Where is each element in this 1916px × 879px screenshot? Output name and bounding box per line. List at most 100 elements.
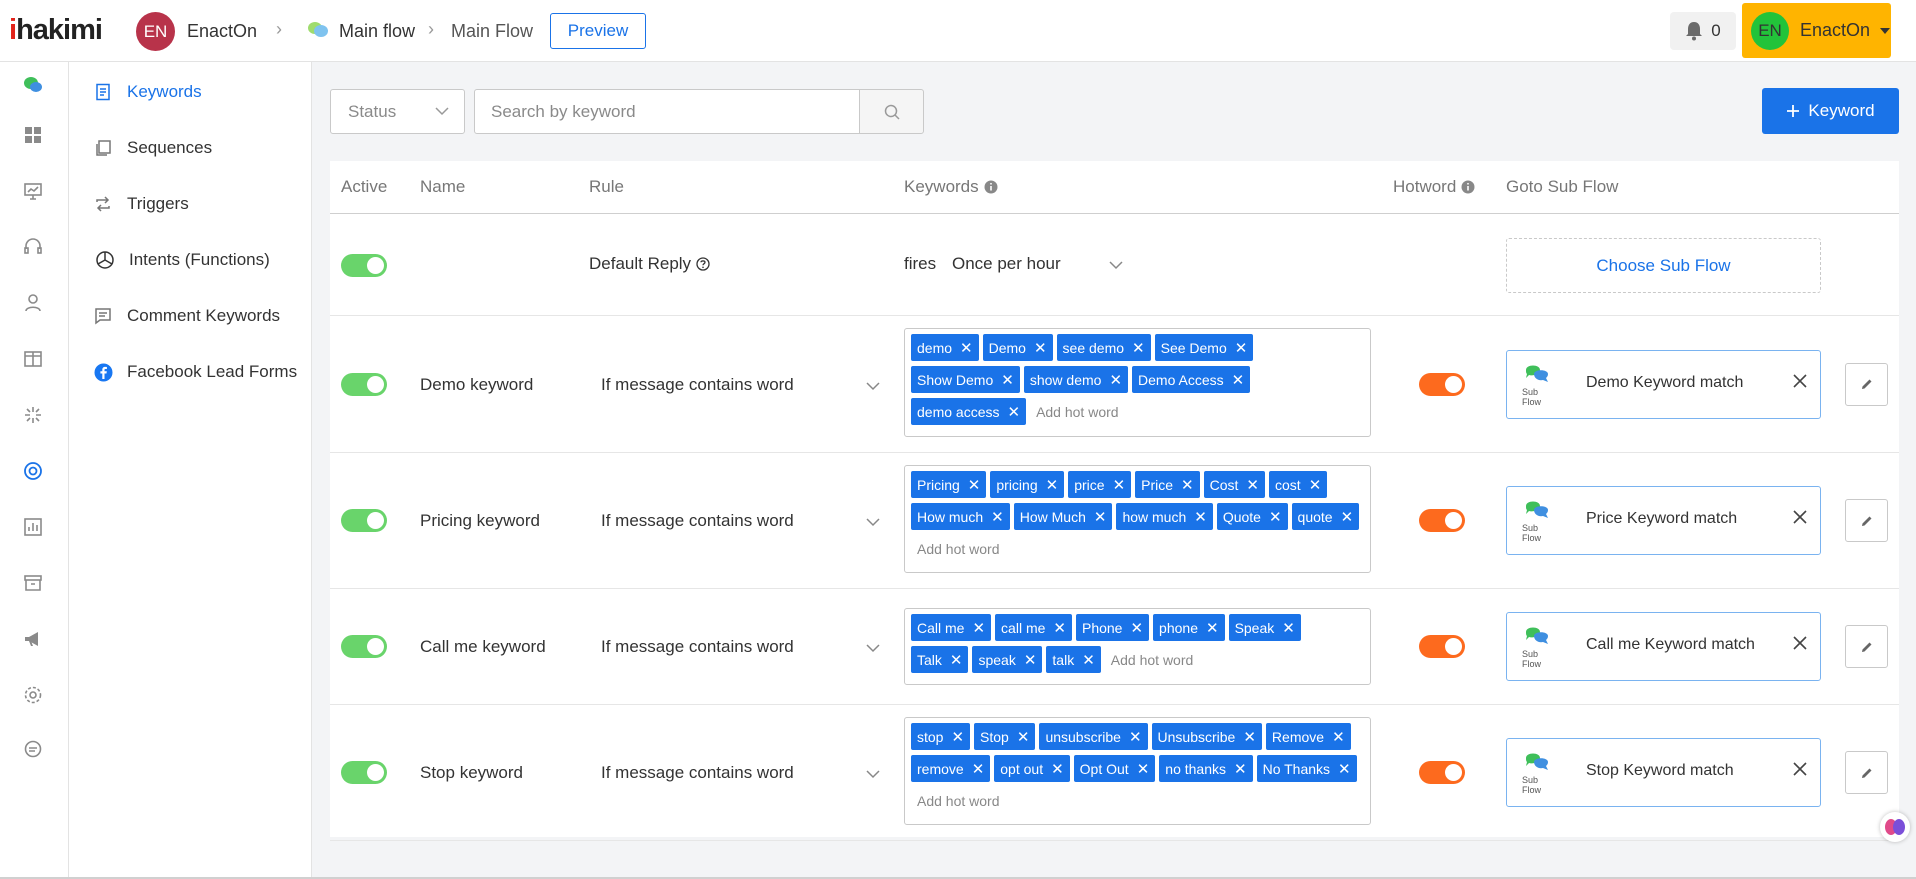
lifebuoy-icon[interactable] xyxy=(22,460,44,482)
edit-subflow-button[interactable] xyxy=(1845,362,1888,406)
remove-tag-icon[interactable]: ✕ xyxy=(951,728,964,746)
presentation-icon[interactable] xyxy=(22,180,44,202)
help-icon[interactable] xyxy=(696,257,710,271)
app-logo[interactable]: ihakimi xyxy=(9,14,103,47)
remove-tag-icon[interactable]: ✕ xyxy=(1234,760,1247,778)
remove-tag-icon[interactable]: ✕ xyxy=(1269,508,1282,526)
remove-tag-icon[interactable]: ✕ xyxy=(1132,339,1145,357)
hotword-toggle[interactable] xyxy=(1419,509,1465,532)
remove-tag-icon[interactable]: ✕ xyxy=(1094,508,1107,526)
info-icon[interactable] xyxy=(984,180,998,194)
remove-tag-icon[interactable]: ✕ xyxy=(1109,371,1122,389)
active-toggle[interactable] xyxy=(341,635,387,658)
search-input[interactable] xyxy=(474,89,860,134)
remove-tag-icon[interactable]: ✕ xyxy=(1282,619,1295,637)
remove-tag-icon[interactable]: ✕ xyxy=(1129,728,1142,746)
hot-words-field[interactable]: stop ✕ Stop ✕ unsubscribe ✕ Unsubscribe ✕ Remove… xyxy=(904,717,1371,825)
sidebar-item-comment-keywords[interactable]: Comment Keywords xyxy=(93,301,280,331)
settings-icon[interactable] xyxy=(22,684,44,706)
assistant-brain-button[interactable] xyxy=(1880,812,1910,842)
hotword-toggle[interactable] xyxy=(1419,761,1465,784)
add-keyword-button[interactable]: Keyword xyxy=(1762,88,1899,134)
workspace-name[interactable]: EnactOn xyxy=(187,21,257,42)
sparkle-icon[interactable] xyxy=(22,404,44,426)
close-icon[interactable] xyxy=(1792,635,1808,651)
rule-select[interactable]: If message contains word xyxy=(589,758,889,788)
headset-icon[interactable] xyxy=(22,236,44,258)
active-toggle[interactable] xyxy=(341,761,387,784)
hot-words-field[interactable]: Pricing ✕ pricing ✕ price ✕ Price ✕ Cost ✕ cost ✕ Ho… xyxy=(904,465,1371,573)
rule-select[interactable]: If message contains word xyxy=(589,370,889,400)
active-toggle[interactable] xyxy=(341,372,387,396)
remove-tag-icon[interactable]: ✕ xyxy=(991,508,1004,526)
remove-tag-icon[interactable]: ✕ xyxy=(1034,339,1047,357)
rule-select[interactable]: If message contains word xyxy=(589,632,889,662)
chat-logo-icon[interactable] xyxy=(22,74,44,96)
add-hot-word-input[interactable]: Add hot word xyxy=(917,787,1000,814)
close-icon[interactable] xyxy=(1792,509,1808,525)
close-icon[interactable] xyxy=(1792,373,1808,389)
hotword-toggle[interactable] xyxy=(1419,372,1465,396)
dashboard-icon[interactable] xyxy=(22,124,44,146)
status-select[interactable]: Status xyxy=(330,89,465,134)
selected-subflow[interactable]: Sub Flow Price Keyword match xyxy=(1506,486,1821,555)
remove-tag-icon[interactable]: ✕ xyxy=(1332,728,1345,746)
fires-frequency-select[interactable]: Once per hour xyxy=(952,250,1132,278)
edit-subflow-button[interactable] xyxy=(1845,499,1888,542)
remove-tag-icon[interactable]: ✕ xyxy=(1246,476,1259,494)
remove-tag-icon[interactable]: ✕ xyxy=(1137,760,1150,778)
sidebar-item-sequences[interactable]: Sequences xyxy=(93,133,212,163)
remove-tag-icon[interactable]: ✕ xyxy=(1113,476,1126,494)
user-menu-button[interactable]: EN EnactOn xyxy=(1742,3,1891,58)
workspace-avatar[interactable]: EN xyxy=(136,12,175,51)
sidebar-item-keywords[interactable]: Keywords xyxy=(93,77,202,107)
search-button[interactable] xyxy=(859,89,924,134)
remove-tag-icon[interactable]: ✕ xyxy=(1181,476,1194,494)
remove-tag-icon[interactable]: ✕ xyxy=(968,476,981,494)
remove-tag-icon[interactable]: ✕ xyxy=(1194,508,1207,526)
remove-tag-icon[interactable]: ✕ xyxy=(1243,728,1256,746)
remove-tag-icon[interactable]: ✕ xyxy=(1338,760,1351,778)
remove-tag-icon[interactable]: ✕ xyxy=(1007,403,1020,421)
hot-words-field[interactable]: Call me ✕ call me ✕ Phone ✕ phone ✕ Speak ✕ Talk ✕ s… xyxy=(904,608,1371,685)
hot-words-field[interactable]: demo ✕ Demo ✕ see demo ✕ See Demo ✕ Show Demo ✕ sh… xyxy=(904,328,1371,437)
remove-tag-icon[interactable]: ✕ xyxy=(1341,508,1354,526)
sidebar-item-facebook-lead-forms[interactable]: Facebook Lead Forms xyxy=(93,357,297,387)
choose-subflow-button[interactable]: Choose Sub Flow xyxy=(1506,238,1821,293)
remove-tag-icon[interactable]: ✕ xyxy=(1046,476,1059,494)
edit-subflow-button[interactable] xyxy=(1845,625,1888,668)
edit-subflow-button[interactable] xyxy=(1845,751,1888,794)
remove-tag-icon[interactable]: ✕ xyxy=(1051,760,1064,778)
remove-tag-icon[interactable]: ✕ xyxy=(1309,476,1322,494)
rule-select[interactable]: If message contains word xyxy=(589,506,889,536)
notifications-button[interactable]: 0 xyxy=(1670,12,1736,50)
breadcrumb-main-flow[interactable]: Main flow xyxy=(339,21,415,42)
remove-tag-icon[interactable]: ✕ xyxy=(1017,728,1030,746)
archive-icon[interactable] xyxy=(22,572,44,594)
remove-tag-icon[interactable]: ✕ xyxy=(1024,651,1037,669)
comment-icon[interactable] xyxy=(22,738,44,760)
close-icon[interactable] xyxy=(1792,761,1808,777)
chart-icon[interactable] xyxy=(22,516,44,538)
selected-subflow[interactable]: Sub Flow Stop Keyword match xyxy=(1506,738,1821,807)
remove-tag-icon[interactable]: ✕ xyxy=(972,619,985,637)
remove-tag-icon[interactable]: ✕ xyxy=(972,760,985,778)
selected-subflow[interactable]: Sub Flow Call me Keyword match xyxy=(1506,612,1821,681)
sidebar-item-intents[interactable]: Intents (Functions) xyxy=(93,245,270,275)
megaphone-icon[interactable] xyxy=(22,628,44,650)
remove-tag-icon[interactable]: ✕ xyxy=(1053,619,1066,637)
active-toggle[interactable] xyxy=(341,254,387,277)
active-toggle[interactable] xyxy=(341,509,387,532)
sidebar-item-triggers[interactable]: Triggers xyxy=(93,189,189,219)
hotword-toggle[interactable] xyxy=(1419,635,1465,658)
user-icon[interactable] xyxy=(22,292,44,314)
remove-tag-icon[interactable]: ✕ xyxy=(1235,339,1248,357)
selected-subflow[interactable]: Sub Flow Demo Keyword match xyxy=(1506,349,1821,419)
remove-tag-icon[interactable]: ✕ xyxy=(1232,371,1245,389)
add-hot-word-input[interactable]: Add hot word xyxy=(1036,398,1119,425)
remove-tag-icon[interactable]: ✕ xyxy=(1082,651,1095,669)
remove-tag-icon[interactable]: ✕ xyxy=(1206,619,1219,637)
remove-tag-icon[interactable]: ✕ xyxy=(950,651,963,669)
columns-icon[interactable] xyxy=(22,348,44,370)
remove-tag-icon[interactable]: ✕ xyxy=(1130,619,1143,637)
